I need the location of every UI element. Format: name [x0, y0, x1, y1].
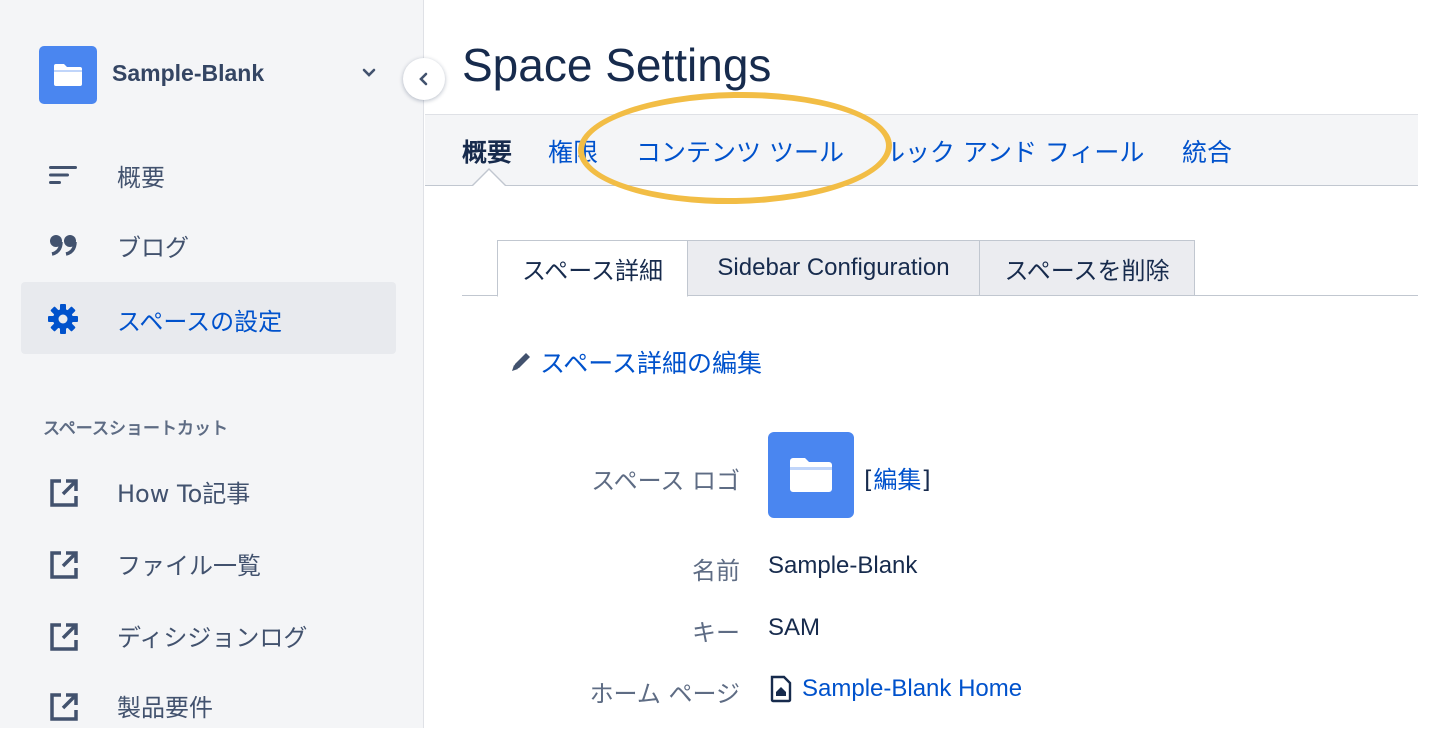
- sidebar: Sample-Blank 概要 ブログ スペースの設定 スペースショートカット …: [0, 0, 424, 728]
- subtab-sidebar-configuration[interactable]: Sidebar Configuration: [687, 240, 980, 296]
- chevron-down-icon[interactable]: [359, 63, 379, 83]
- tab-look-and-feel[interactable]: ルック アンド フィール: [880, 133, 1144, 169]
- sidebar-item-label: ブログ: [117, 234, 189, 262]
- page-title: Space Settings: [462, 39, 772, 91]
- subtab-delete-space[interactable]: スペースを削除: [979, 240, 1195, 296]
- tab-integrations[interactable]: 統合: [1182, 133, 1232, 169]
- overview-lines-icon: [45, 160, 81, 190]
- space-logo-large: [768, 432, 854, 518]
- logo-edit-link[interactable]: 編集: [873, 466, 921, 494]
- shortcut-label: ディシジョンログ: [117, 624, 308, 652]
- home-page-link-wrap: Sample-Blank Home: [768, 675, 1022, 703]
- shortcut-product-requirements[interactable]: 製品要件: [21, 676, 396, 736]
- sidebar-item-space-settings[interactable]: スペースの設定: [21, 282, 396, 354]
- highlight-annotation: [577, 89, 893, 207]
- shortcut-label: How To記事: [117, 480, 251, 508]
- tab-overview[interactable]: 概要: [462, 133, 512, 169]
- shortcut-file-list[interactable]: ファイル一覧: [21, 534, 396, 594]
- home-page-link[interactable]: Sample-Blank Home: [802, 675, 1022, 703]
- chevron-left-icon: [419, 72, 428, 86]
- home-page-icon: [770, 675, 792, 703]
- collapse-sidebar-button[interactable]: [403, 58, 445, 100]
- gear-icon: [45, 304, 81, 334]
- logo-edit-bracket-open: [: [864, 466, 874, 494]
- folder-icon: [54, 64, 82, 86]
- active-tab-pointer: [473, 170, 505, 186]
- edit-space-details-label: スペース詳細の編集: [540, 349, 763, 378]
- shortcuts-heading: スペースショートカット: [43, 419, 228, 439]
- sidebar-item-blog[interactable]: ブログ: [21, 208, 396, 280]
- sidebar-item-label: 概要: [117, 164, 165, 192]
- shortcut-how-to[interactable]: How To記事: [21, 462, 396, 522]
- logo-label: スペース ロゴ: [591, 467, 740, 495]
- home-page-label: ホーム ページ: [589, 680, 740, 708]
- key-value: SAM: [768, 614, 821, 641]
- pencil-icon: [512, 353, 530, 371]
- external-link-icon: [50, 623, 78, 651]
- sidebar-item-label: スペースの設定: [117, 308, 283, 336]
- space-name: Sample-Blank: [112, 60, 265, 86]
- subtab-space-details[interactable]: スペース詳細: [497, 240, 688, 297]
- name-label: 名前: [692, 557, 740, 585]
- logo-edit-bracket-close: ]: [921, 466, 931, 494]
- external-link-icon: [50, 551, 78, 579]
- space-logo: [39, 46, 97, 104]
- space-header[interactable]: Sample-Blank: [39, 46, 399, 104]
- settings-tabbar: 概要 権限 コンテンツ ツール ルック アンド フィール 統合: [425, 114, 1420, 186]
- logo-edit-link-wrap: [編集]: [864, 460, 931, 495]
- key-label: キー: [692, 619, 740, 647]
- quote-icon: [45, 230, 81, 260]
- name-value: Sample-Blank: [768, 552, 918, 579]
- edit-space-details-link[interactable]: スペース詳細の編集: [508, 344, 762, 380]
- external-link-icon: [50, 479, 78, 507]
- page-right-margin: [1418, 0, 1452, 728]
- shortcut-label: ファイル一覧: [117, 552, 261, 580]
- external-link-icon: [50, 693, 78, 721]
- shortcut-decision-log[interactable]: ディシジョンログ: [21, 606, 396, 666]
- sidebar-item-overview[interactable]: 概要: [21, 138, 396, 210]
- shortcut-label: 製品要件: [117, 694, 213, 722]
- folder-icon: [790, 458, 832, 492]
